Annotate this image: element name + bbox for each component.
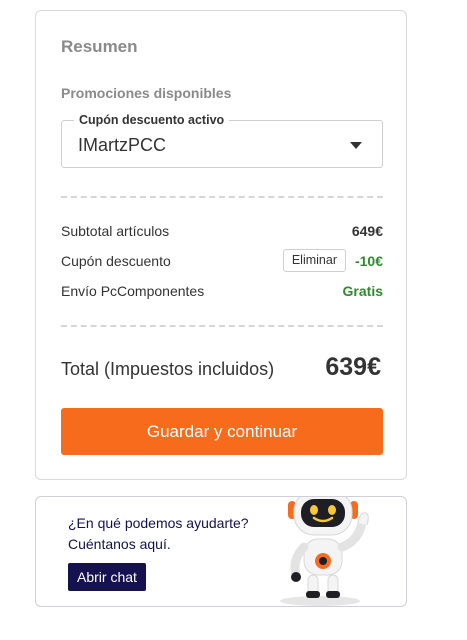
summary-card: Resumen Promociones disponibles Cupón de…: [35, 10, 407, 480]
promotions-label: Promociones disponibles: [61, 85, 232, 101]
robot-mascot-icon: [280, 497, 369, 606]
shipping-label: Envío PcComponentes: [61, 283, 205, 299]
help-card: ¿En qué podemos ayudarte? Cuéntanos aquí…: [35, 496, 407, 607]
coupon-select[interactable]: Cupón descuento activo IMartzPCC: [61, 112, 383, 168]
coupon-selected-value: IMartzPCC: [78, 135, 167, 155]
chevron-down-icon: [350, 142, 362, 149]
total-value: 639€: [325, 353, 381, 381]
divider: [61, 325, 383, 327]
remove-coupon-button[interactable]: Eliminar: [282, 249, 346, 272]
divider: [61, 196, 383, 198]
help-question: ¿En qué podemos ayudarte?: [68, 515, 249, 531]
subtotal-row: Subtotal artículos 649€: [61, 219, 383, 243]
coupon-discount-value: -10€: [354, 253, 383, 269]
total-label: Total (Impuestos incluidos): [61, 359, 275, 379]
summary-title: Resumen: [61, 37, 138, 56]
help-prompt: Cuéntanos aquí.: [68, 536, 171, 552]
subtotal-label: Subtotal artículos: [61, 223, 170, 239]
subtotal-value: 649€: [351, 223, 383, 239]
save-continue-button[interactable]: Guardar y continuar: [61, 408, 383, 455]
open-chat-button[interactable]: Abrir chat: [68, 563, 146, 591]
shipping-row: Envío PcComponentes Gratis: [61, 279, 383, 303]
coupon-discount-label: Cupón descuento: [61, 253, 171, 269]
coupon-legend: Cupón descuento activo: [74, 112, 230, 128]
shipping-value: Gratis: [342, 283, 383, 299]
coupon-discount-row: Cupón descuento Eliminar -10€: [61, 249, 383, 273]
